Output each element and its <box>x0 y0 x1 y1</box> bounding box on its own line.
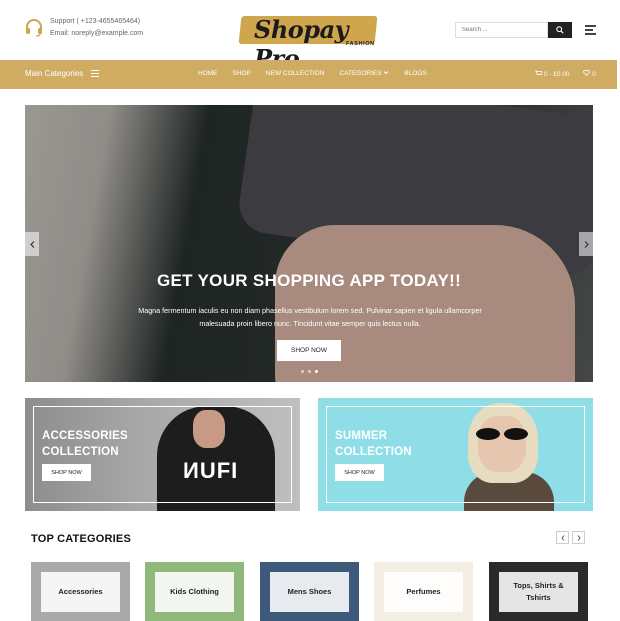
banner-title-line1: ACCESSORIES <box>42 430 128 442</box>
wishlist-count: 0 <box>592 71 596 78</box>
categories-prev-button[interactable] <box>556 531 569 544</box>
search-input[interactable] <box>455 22 548 38</box>
category-card-kids-clothing[interactable]: Kids Clothing <box>145 562 244 621</box>
nav-link-home[interactable]: HOME <box>198 70 218 77</box>
category-label: Accessories <box>41 572 120 612</box>
promo-banner-summer[interactable]: SUMMER COLLECTION SHOP NOW <box>318 398 593 511</box>
slider-dot[interactable] <box>308 370 311 373</box>
banner-title-line2: COLLECTION <box>42 446 119 458</box>
wishlist-link[interactable]: 0 <box>583 69 602 78</box>
nav-link-new-collection[interactable]: NEW COLLECTION <box>266 70 325 77</box>
slider-prev-button[interactable] <box>25 232 39 256</box>
category-card-accessories[interactable]: Accessories <box>31 562 130 621</box>
headset-icon <box>26 19 42 37</box>
top-categories-title: TOP CATEGORIES <box>31 533 131 545</box>
category-card-tops-shirts[interactable]: Tops, Shirts & Tshirts <box>489 562 588 621</box>
main-categories-toggle[interactable]: Main Categories <box>25 69 100 78</box>
banner-shop-now-button[interactable]: SHOP NOW <box>42 464 91 481</box>
support-info: Support ( +123-4655465464) Email: norepl… <box>24 16 143 40</box>
banner-title-line2: COLLECTION <box>335 446 412 458</box>
banner-title-line1: SUMMER <box>335 430 388 442</box>
hero-slider: GET YOUR SHOPPING APP TODAY!! Magna ferm… <box>25 105 593 382</box>
nav-links: HOME SHOP NEW COLLECTION CATEGORIES BLOG… <box>198 70 442 77</box>
categories-next-button[interactable] <box>572 531 585 544</box>
nav-link-blogs[interactable]: BLOGS <box>404 70 426 77</box>
chevron-left-icon <box>560 534 564 541</box>
support-phone: Support ( +123-4655465464) <box>50 18 141 25</box>
category-label: Mens Shoes <box>270 572 349 612</box>
site-header: Support ( +123-4655465464) Email: norepl… <box>0 0 620 73</box>
hamburger-icon <box>91 70 100 78</box>
hero-shop-now-button[interactable]: SHOP NOW <box>277 340 341 361</box>
chevron-down-icon <box>384 71 389 75</box>
main-categories-label: Main Categories <box>25 69 84 78</box>
nav-link-categories[interactable]: CATEGORIES <box>339 70 389 77</box>
banner-title: ACCESSORIES COLLECTION <box>42 428 128 460</box>
site-logo[interactable]: Shopay Pro FASHION <box>238 10 380 73</box>
support-email[interactable]: Email: noreply@example.com <box>50 28 143 40</box>
slider-next-button[interactable] <box>579 232 593 256</box>
banner-title: SUMMER COLLECTION <box>335 428 412 460</box>
chevron-left-icon <box>29 240 34 248</box>
hero-title: GET YOUR SHOPPING APP TODAY!! <box>156 271 462 290</box>
slider-dots <box>301 370 322 373</box>
cart-total: 0 - £0.00 <box>543 71 570 78</box>
cart-link[interactable]: 0 - £0.00 <box>535 70 576 78</box>
category-card-mens-shoes[interactable]: Mens Shoes <box>260 562 359 621</box>
nav-link-shop[interactable]: SHOP <box>233 70 251 77</box>
category-card-perfumes[interactable]: Perfumes <box>374 562 473 621</box>
menu-icon[interactable] <box>585 25 596 35</box>
hero-description: Magna fermentum iaculis eu non diam phas… <box>138 306 482 328</box>
cart-icon <box>535 70 543 75</box>
search-form <box>455 22 572 38</box>
main-nav: Main Categories HOME SHOP NEW COLLECTION… <box>0 60 617 89</box>
banner-shop-now-button[interactable]: SHOP NOW <box>335 464 384 481</box>
logo-subtitle: FASHION <box>346 41 375 47</box>
slider-dot-active[interactable] <box>315 370 318 373</box>
category-label: Tops, Shirts & Tshirts <box>499 572 578 612</box>
category-label: Perfumes <box>384 572 463 612</box>
heart-icon <box>583 69 591 76</box>
category-label: Kids Clothing <box>155 572 234 612</box>
search-icon <box>556 26 564 34</box>
nav-actions: 0 - £0.00 0 <box>535 69 610 78</box>
categories-carousel-controls <box>556 531 588 544</box>
nav-link-categories-label: CATEGORIES <box>339 70 382 77</box>
search-button[interactable] <box>548 22 572 38</box>
chevron-right-icon <box>584 240 589 248</box>
chevron-right-icon <box>577 534 581 541</box>
slider-dot[interactable] <box>301 370 304 373</box>
promo-banner-accessories[interactable]: ИUFI ACCESSORIES COLLECTION SHOP NOW <box>25 398 300 511</box>
